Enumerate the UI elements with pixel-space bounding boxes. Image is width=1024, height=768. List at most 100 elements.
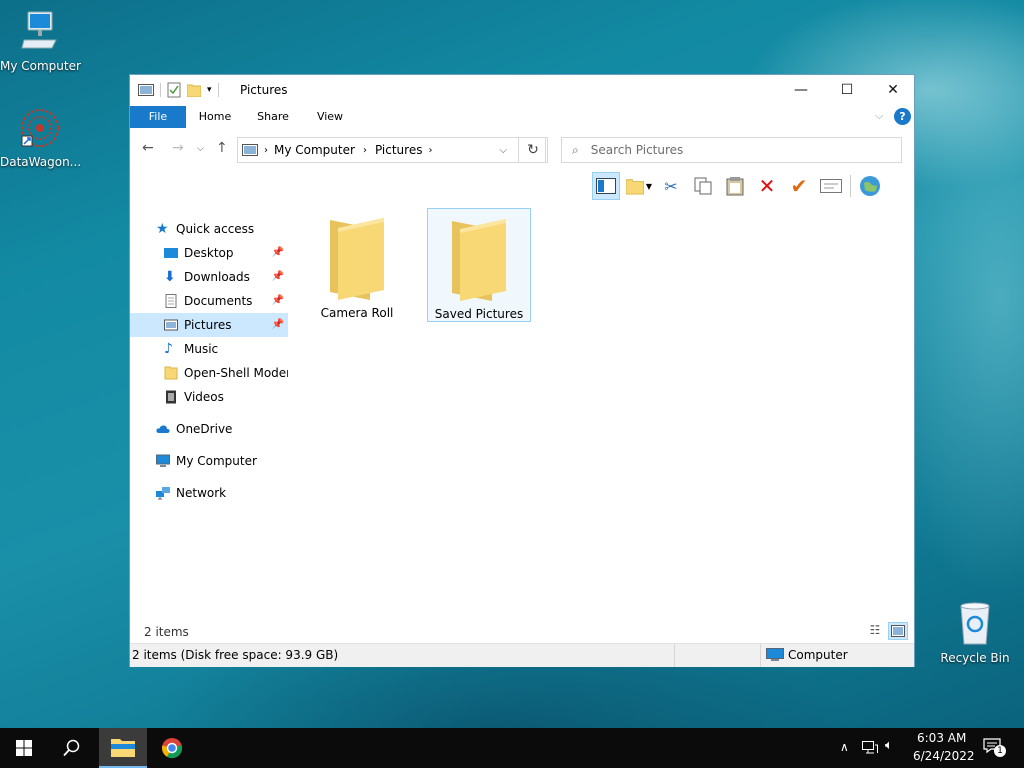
email-button[interactable]: [818, 173, 844, 199]
clock-time[interactable]: 6:03 AM: [917, 731, 966, 745]
chrome-icon: [162, 738, 183, 759]
search-icon: ⌕: [572, 142, 579, 157]
nav-network[interactable]: Network: [156, 481, 226, 505]
nav-label: Desktop: [184, 246, 234, 260]
status-text: 2 items (Disk free space: 93.9 GB): [132, 648, 339, 662]
folder-item-saved-pictures[interactable]: Saved Pictures: [427, 208, 531, 322]
address-bar[interactable]: › My Computer › Pictures › ⌵: [237, 137, 546, 163]
dropdown-icon: ▼: [645, 181, 652, 191]
status-bar: 2 items (Disk free space: 93.9 GB) Compu…: [130, 643, 914, 667]
large-icons-icon: [891, 625, 905, 637]
address-dropdown-icon[interactable]: ⌵: [499, 145, 507, 156]
nav-item-open-shell[interactable]: Open-Shell Modern: [164, 361, 288, 385]
window-title: Pictures: [240, 83, 288, 97]
desktop-icon-my-computer[interactable]: My Computer: [0, 10, 81, 73]
nav-item-downloads[interactable]: ⬇ Downloads 📌: [164, 265, 288, 289]
delete-button[interactable]: ✕: [754, 173, 780, 199]
nav-item-documents[interactable]: Documents 📌: [164, 289, 288, 313]
recent-locations-icon[interactable]: ⌵: [197, 144, 204, 154]
toolbar-divider: [850, 175, 851, 197]
details-view-button[interactable]: ☷: [866, 622, 884, 638]
quick-access-toolbar: ▾: [138, 82, 219, 98]
document-icon: [165, 294, 177, 308]
tab-home[interactable]: Home: [190, 106, 240, 128]
nav-label: Downloads: [184, 270, 250, 284]
minimize-button[interactable]: —: [778, 75, 824, 105]
nav-label: Videos: [184, 390, 224, 404]
datawagon-icon: [21, 109, 59, 147]
breadcrumb-separator-icon[interactable]: ›: [363, 145, 367, 156]
maximize-button[interactable]: ☐: [824, 75, 870, 105]
tab-view[interactable]: View: [305, 106, 355, 128]
navigation-pane-icon: [596, 178, 616, 194]
search-button[interactable]: [48, 728, 96, 768]
large-icons-view-button[interactable]: [888, 622, 908, 640]
folder-icon: [330, 218, 384, 300]
nav-onedrive[interactable]: OneDrive: [156, 417, 232, 441]
paste-button[interactable]: [722, 173, 748, 199]
nav-item-pictures[interactable]: Pictures 📌: [130, 313, 288, 337]
folder-item-camera-roll[interactable]: Camera Roll: [305, 208, 409, 322]
properties-icon[interactable]: [167, 82, 181, 98]
refresh-button[interactable]: ↻: [518, 137, 548, 163]
address-row: ← → ⌵ ↑ › My Computer › Pictures › ⌵ ↻ ⌕…: [130, 132, 914, 166]
taskbar: ∧ 🔈︎ 6:03 AM 6/24/2022 1: [0, 728, 1024, 768]
cut-button[interactable]: ✂: [658, 173, 684, 199]
up-button[interactable]: ↑: [216, 140, 228, 156]
globe-icon: [860, 176, 880, 196]
pictures-window-icon[interactable]: [138, 84, 154, 96]
customize-qat-icon[interactable]: ▾: [207, 85, 212, 95]
nav-my-computer[interactable]: My Computer: [156, 449, 257, 473]
qat-divider: [217, 83, 219, 97]
search-box[interactable]: ⌕ Search Pictures: [561, 137, 902, 163]
pin-icon[interactable]: 📌: [272, 313, 284, 337]
nav-label: Network: [176, 486, 227, 500]
breadcrumb-separator-icon[interactable]: ›: [428, 145, 432, 156]
music-note-icon: ♪: [164, 341, 173, 357]
nav-item-videos[interactable]: Videos: [164, 385, 224, 409]
nav-quick-access[interactable]: ★ Quick access: [156, 217, 254, 241]
copy-button[interactable]: [690, 173, 716, 199]
ribbon-tabs: File Home Share View ⌵ ?: [130, 106, 914, 128]
close-button[interactable]: ✕: [870, 75, 916, 105]
clock-date[interactable]: 6/24/2022: [913, 749, 975, 763]
pin-icon[interactable]: 📌: [272, 265, 284, 289]
pin-icon[interactable]: 📌: [272, 289, 284, 313]
item-count: 2 items: [144, 625, 189, 639]
folder-icon: [626, 179, 644, 195]
network-status-icon[interactable]: [862, 741, 878, 755]
properties-button[interactable]: ✔: [786, 173, 812, 199]
help-icon[interactable]: ?: [894, 108, 911, 125]
action-center-button[interactable]: 1: [983, 738, 1006, 758]
desktop-icon-label: Recycle Bin: [940, 651, 1010, 665]
back-button[interactable]: ←: [142, 140, 154, 156]
desktop-icon-recycle-bin[interactable]: Recycle Bin: [935, 600, 1015, 665]
navigation-pane: ★ Quick access Desktop 📌 ⬇ Downloads 📌 D…: [130, 201, 288, 601]
internet-button[interactable]: [857, 173, 883, 199]
tab-share[interactable]: Share: [248, 106, 298, 128]
file-explorer-taskbar-button[interactable]: [99, 728, 147, 768]
nav-item-desktop[interactable]: Desktop 📌: [164, 241, 288, 265]
chrome-taskbar-button[interactable]: [148, 728, 196, 768]
folder-icon: [452, 219, 506, 301]
nav-label: Pictures: [184, 318, 232, 332]
pin-icon[interactable]: 📌: [272, 241, 284, 265]
forward-button[interactable]: →: [172, 140, 184, 156]
show-hidden-icons-icon[interactable]: ∧: [840, 740, 849, 754]
desktop-icon-datawagon[interactable]: DataWagon...: [0, 106, 81, 169]
tab-file[interactable]: File: [130, 106, 186, 128]
start-button[interactable]: [0, 728, 48, 768]
navigation-pane-button[interactable]: [592, 172, 620, 200]
nav-item-music[interactable]: ♪ Music: [164, 337, 218, 361]
file-explorer-icon: [111, 739, 135, 757]
new-folder-button[interactable]: ▼: [626, 173, 652, 199]
desktop-icon: [164, 248, 178, 258]
new-folder-icon[interactable]: [187, 83, 201, 97]
breadcrumb-my-computer[interactable]: My Computer: [274, 143, 355, 157]
breadcrumb-separator-icon[interactable]: ›: [264, 145, 268, 156]
volume-icon[interactable]: 🔈︎: [885, 738, 893, 753]
expand-ribbon-icon[interactable]: ⌵: [875, 109, 883, 123]
nav-label: OneDrive: [176, 422, 233, 436]
breadcrumb-pictures[interactable]: Pictures: [375, 143, 423, 157]
nav-label: Music: [184, 342, 219, 356]
